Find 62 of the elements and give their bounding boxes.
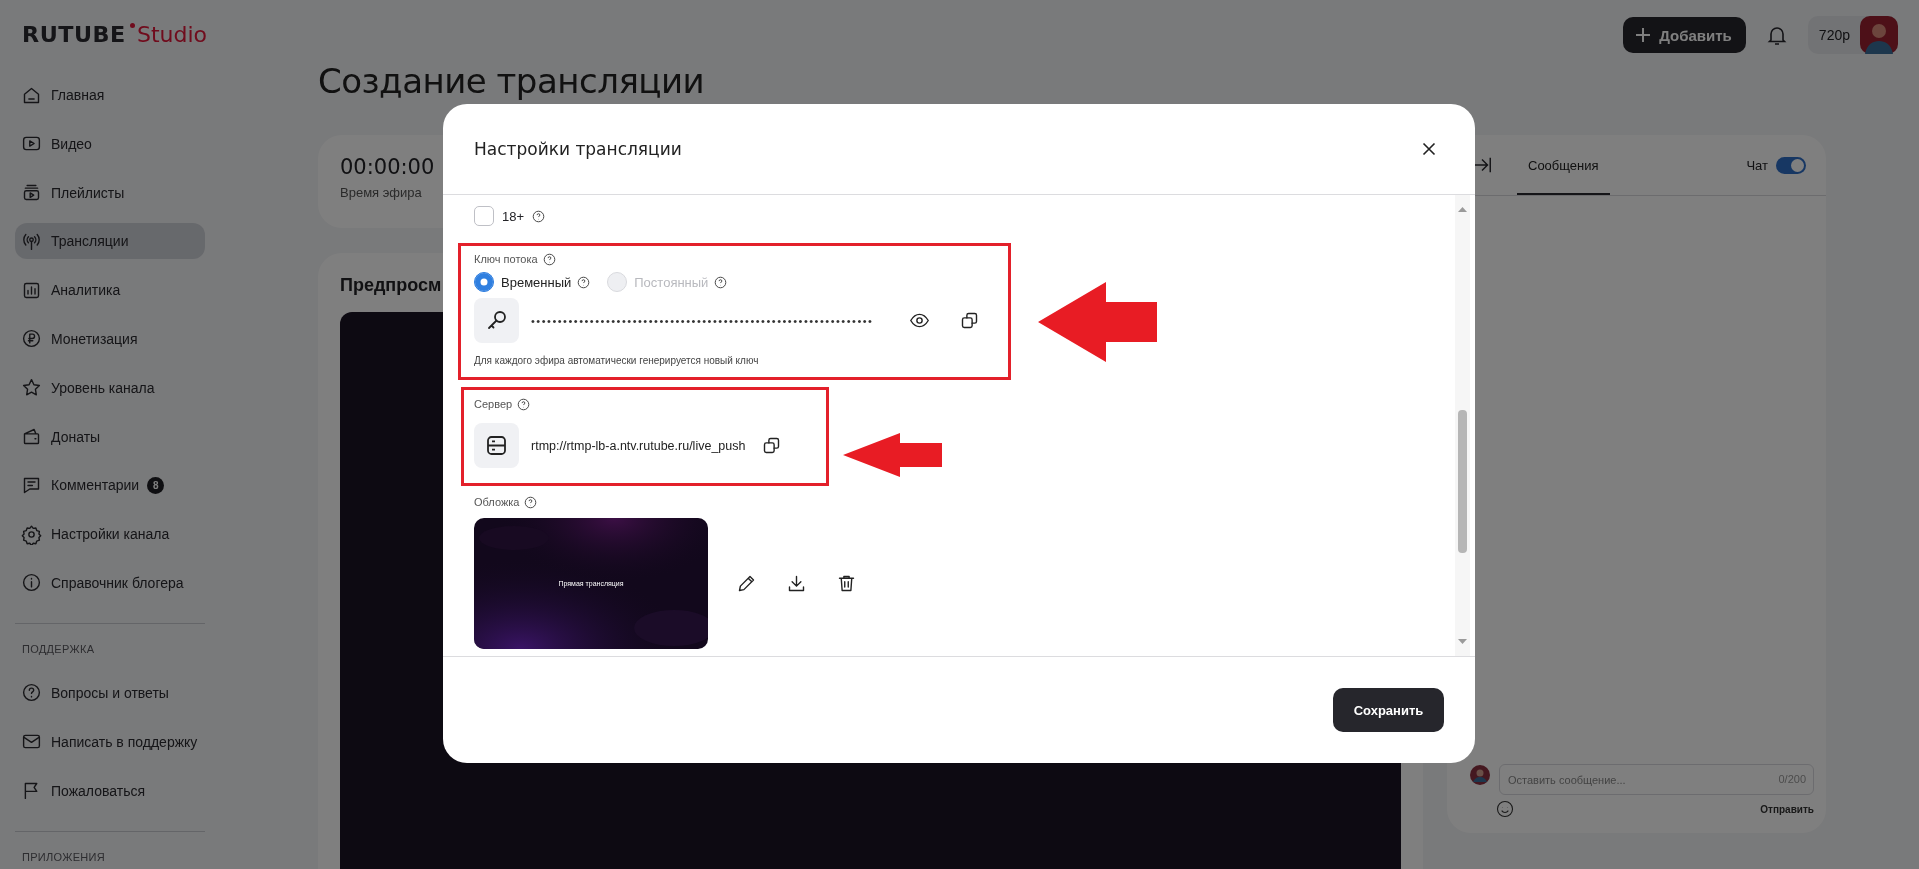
page-title: Создание трансляции	[318, 60, 705, 102]
section-heading: ПРИЛОЖЕНИЯ	[22, 850, 106, 863]
sidebar-item[interactable]: Видео	[15, 125, 205, 162]
checkbox[interactable]	[474, 206, 494, 226]
timer-label: Время эфира	[340, 185, 423, 200]
gear-icon	[21, 523, 42, 545]
checkbox-label: 18+	[502, 208, 525, 224]
sidebar-item[interactable]: Вопросы и ответы	[15, 674, 205, 711]
radio-label: Временный	[501, 274, 572, 290]
preview-title: Предпросм	[340, 275, 442, 296]
copy-icon[interactable]	[959, 310, 980, 331]
sidebar-item[interactable]: Монетизация	[15, 321, 205, 357]
scrollbar[interactable]	[1455, 195, 1470, 656]
add-button[interactable]: Добавить	[1623, 17, 1746, 53]
trash-icon[interactable]	[836, 573, 857, 594]
server-url: rtmp://rtmp-lb-a.ntv.rutube.ru/live_push	[531, 438, 746, 453]
sidebar-item[interactable]: Донаты	[15, 418, 205, 455]
field-label: Обложка	[474, 496, 520, 508]
avatar-icon	[1470, 765, 1490, 785]
save-button[interactable]: Сохранить	[1333, 688, 1444, 732]
download-icon[interactable]	[786, 573, 807, 594]
messages-tab[interactable]: Сообщения	[1517, 135, 1610, 195]
help-icon[interactable]	[532, 209, 546, 223]
server-icon	[474, 423, 519, 468]
sidebar-item[interactable]: Написать в поддержку	[15, 723, 205, 760]
sidebar-item[interactable]: Комментарии 8	[15, 467, 205, 504]
section-heading: ПОДДЕРЖКА	[22, 642, 96, 655]
help-icon[interactable]	[524, 495, 538, 509]
logo[interactable]: RUTUBE Studio	[22, 23, 230, 49]
sidebar-item[interactable]: Плейлисты	[15, 174, 205, 211]
dialog-title: Настройки трансляции	[474, 139, 682, 159]
pencil-icon[interactable]	[736, 573, 757, 594]
sidebar-item[interactable]: Главная	[15, 77, 205, 113]
sidebar-item[interactable]: Пожаловаться	[15, 772, 205, 809]
chat-toggle[interactable]	[1776, 156, 1806, 174]
sidebar-item[interactable]: Настройки канала	[15, 516, 205, 553]
profile-menu[interactable]: 720р	[1807, 16, 1898, 54]
ruble-icon	[21, 328, 42, 350]
sidebar-item[interactable]: Трансляции	[15, 223, 205, 260]
radio-label: Постоянный	[634, 274, 709, 290]
avatar-icon	[1860, 16, 1898, 54]
info-icon	[21, 572, 42, 594]
quality-label: 720р	[1818, 27, 1850, 43]
sidebar-item[interactable]: Справочник блогера	[15, 564, 205, 601]
count-badge: 8	[147, 476, 165, 494]
field-label: Ключ потока	[474, 253, 538, 265]
help-icon[interactable]	[517, 397, 531, 411]
send-button[interactable]: Отправить	[1760, 803, 1814, 815]
sidebar-item[interactable]: Уровень канала	[15, 369, 205, 406]
stream-key-value: ••••••••••••••••••••••••••••••••••••••••••••••••••••••••••••••••	[531, 314, 875, 327]
help-icon[interactable]	[577, 275, 591, 289]
field-label: Сервер	[474, 398, 513, 410]
chat-toggle-label: Чат	[1746, 157, 1768, 173]
timer-value: 00:00:00	[340, 155, 436, 179]
radio-button[interactable]	[474, 272, 494, 292]
help-icon[interactable]	[714, 275, 728, 289]
emoji-icon[interactable]	[1495, 799, 1515, 819]
sidebar-item[interactable]: Аналитика	[15, 272, 205, 309]
key-icon	[474, 298, 519, 343]
hint-text: Для каждого эфира автоматически генерируется новый ключ	[474, 355, 760, 366]
question-icon	[21, 682, 42, 704]
help-icon[interactable]	[542, 252, 556, 266]
